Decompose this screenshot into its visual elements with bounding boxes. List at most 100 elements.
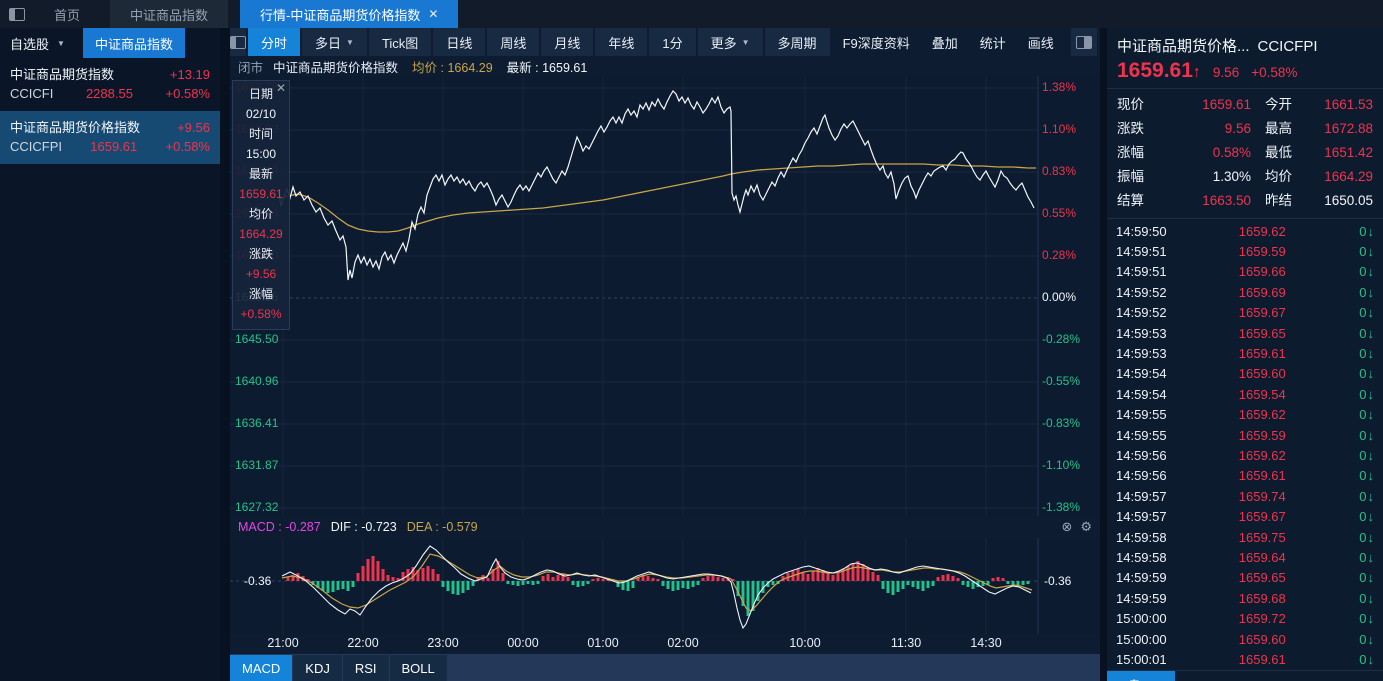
tape-price: 1659.65 — [1238, 325, 1286, 341]
tooltip-close-icon[interactable]: ✕ — [276, 82, 286, 94]
quote-grid: 现价 1659.61 今开 1661.53 涨跌 9.56 最高 1672.88 涨幅 0.58%… — [1107, 89, 1383, 219]
macd-histogram-bar — [571, 581, 575, 585]
average-price-line — [278, 163, 1036, 233]
price-chart-svg[interactable] — [230, 76, 1098, 516]
collapse-sidebar-button[interactable] — [230, 28, 246, 56]
toolbar-button-叠加[interactable]: 叠加 — [921, 28, 969, 56]
quote-panel-footer: 盘口 — [1107, 669, 1383, 681]
quote-title: 中证商品期货价格... CCICFPI — [1107, 28, 1383, 56]
macd-histogram-bar — [386, 575, 390, 581]
toolbar-button-label: 统计 — [979, 35, 1006, 51]
quote-field-label: 最高 — [1265, 121, 1292, 136]
tooltip-row: 最新 — [248, 167, 273, 181]
indicator-tab-MACD[interactable]: MACD — [230, 655, 293, 681]
main-chart[interactable]: 1672.781668.231663.691659.141654.601650.… — [230, 76, 1100, 516]
macd-svg[interactable] — [230, 538, 1098, 634]
toolbar-button-Tick图[interactable]: Tick图 — [368, 28, 432, 56]
toolbar-button-统计[interactable]: 统计 — [969, 28, 1017, 56]
tape-price: 1659.65 — [1238, 570, 1286, 586]
macd-histogram-bar — [951, 576, 955, 581]
tape-time: 14:59:59 — [1116, 590, 1167, 606]
toolbar-button-画线[interactable]: 画线 — [1017, 28, 1065, 56]
macd-histogram-bar — [421, 568, 425, 581]
toolbar-button-F9深度资料[interactable]: F9深度资料 — [832, 28, 921, 56]
expand-panel-button[interactable] — [1070, 28, 1097, 56]
sidebar-group-button[interactable]: 中证商品指数 — [82, 28, 185, 58]
quote-field-value: 1672.88 — [1324, 121, 1373, 136]
tape-price: 1659.59 — [1238, 427, 1286, 443]
tab-close-icon[interactable]: ✕ — [428, 7, 438, 21]
quote-panel: 中证商品期货价格... CCICFPI 1659.61 ↑ 9.56 +0.58% … — [1107, 28, 1383, 681]
top-tab-0[interactable]: 首页 — [34, 0, 100, 28]
sidebar-divider[interactable] — [220, 28, 230, 681]
indicator-close-icon[interactable]: ⊗ — [1061, 519, 1072, 535]
tape-volume: 0 — [1359, 407, 1367, 423]
down-arrow-icon: ↓ — [1367, 488, 1375, 504]
pankou-button[interactable]: 盘口 — [1107, 670, 1175, 681]
toolbar-button-分时[interactable]: 分时 — [248, 28, 301, 56]
macd-header: MACD : -0.287 DIF : -0.723 DEA : -0.579 … — [230, 516, 1100, 538]
toolbar-button-日线[interactable]: 日线 — [433, 28, 486, 56]
watchlist-item-CCICFI[interactable]: 中证商品期货指数 +13.19 CCICFI 2288.55 +0.58% — [0, 58, 220, 111]
toolbar-button-年线[interactable]: 年线 — [595, 28, 648, 56]
tape-row: 14:59:52 1659.69 0 ↓ — [1107, 282, 1383, 302]
macd-histogram-bar — [801, 572, 805, 581]
dea-value: -0.579 — [442, 520, 478, 534]
tape-row: 15:00:00 1659.60 0 ↓ — [1107, 629, 1383, 649]
tape-time: 14:59:56 — [1116, 468, 1167, 484]
window-panel-toggle[interactable] — [0, 0, 34, 28]
macd-histogram-bar — [461, 581, 465, 593]
down-arrow-icon: ↓ — [1367, 325, 1375, 341]
toolbar-button-多周期[interactable]: 多周期 — [764, 28, 830, 56]
macd-histogram-bar — [656, 579, 660, 581]
macd-histogram-bar — [576, 581, 580, 587]
macd-chart[interactable]: -0.36 -0.36 — [230, 538, 1100, 634]
macd-histogram-bar — [346, 581, 350, 591]
tape-time: 14:59:52 — [1116, 284, 1167, 300]
top-tab-label: 行情-中证商品期货价格指数 — [260, 7, 421, 23]
macd-histogram-bar — [336, 581, 340, 590]
toolbar-button-1分[interactable]: 1分 — [649, 28, 696, 56]
panel-divider[interactable] — [1100, 28, 1107, 681]
macd-histogram-bar — [486, 578, 490, 581]
tooltip-row: 涨幅 — [248, 287, 273, 301]
macd-histogram-bar — [826, 573, 830, 581]
macd-histogram-bar — [506, 581, 510, 584]
quote-change: 9.56 — [1212, 65, 1240, 80]
toolbar-button-多日[interactable]: 多日 ▼ — [302, 28, 367, 56]
toolbar-button-月线[interactable]: 月线 — [541, 28, 594, 56]
time-axis-label: 11:30 — [890, 636, 922, 650]
indicator-tab-KDJ[interactable]: KDJ — [293, 655, 342, 681]
macd-histogram-bar — [851, 563, 855, 581]
indicator-tab-RSI[interactable]: RSI — [342, 655, 389, 681]
tape-volume: 0 — [1359, 325, 1367, 341]
indicator-tab-BOLL[interactable]: BOLL — [389, 655, 447, 681]
toolbar-button-周线[interactable]: 周线 — [487, 28, 540, 56]
macd-histogram-bar — [381, 569, 385, 581]
quote-field-label: 结算 — [1117, 193, 1144, 208]
toolbar-button-更多[interactable]: 更多 ▼ — [697, 28, 763, 56]
tape-volume: 0 — [1359, 447, 1367, 463]
indicator-settings-icon[interactable]: ⚙ — [1080, 519, 1092, 535]
macd-histogram-bar — [401, 572, 405, 581]
macd-histogram-bar — [676, 581, 680, 590]
top-tab-1[interactable]: 中证商品指数 — [110, 0, 229, 28]
macd-histogram-bar — [916, 581, 920, 589]
indicator-tab-bar: MACD KDJ RSI BOLL — [230, 654, 1100, 681]
top-tab-2[interactable]: 行情-中证商品期货价格指数 ✕ — [240, 0, 459, 28]
tooltip-row: +9.56 — [245, 267, 277, 281]
watchlist-item-CCICFPI[interactable]: 中证商品期货价格指数 +9.56 CCICFPI 1659.61 +0.58% — [0, 111, 220, 164]
tape-time: 14:59:51 — [1116, 264, 1167, 280]
macd-histogram-bar — [716, 577, 720, 581]
change-value: +9.56 — [177, 120, 210, 135]
macd-histogram-bar — [426, 566, 430, 581]
instrument-name: 中证商品期货价格指数 — [273, 60, 399, 75]
tape-price: 1659.61 — [1238, 468, 1286, 484]
tape-time: 14:59:59 — [1116, 570, 1167, 586]
quote-field-value: 1651.42 — [1324, 145, 1373, 160]
tape-row: 14:59:50 1659.62 0 ↓ — [1107, 221, 1383, 241]
time-and-sales-list[interactable]: 14:59:50 1659.62 0 ↓ 14:59:51 1659.59 0 ↓ 14:59:… — [1107, 219, 1383, 670]
tape-row: 14:59:59 1659.65 0 ↓ — [1107, 568, 1383, 588]
tape-row: 14:59:52 1659.67 0 ↓ — [1107, 303, 1383, 323]
watchlist-dropdown[interactable]: 自选股 ▼ — [0, 28, 75, 58]
